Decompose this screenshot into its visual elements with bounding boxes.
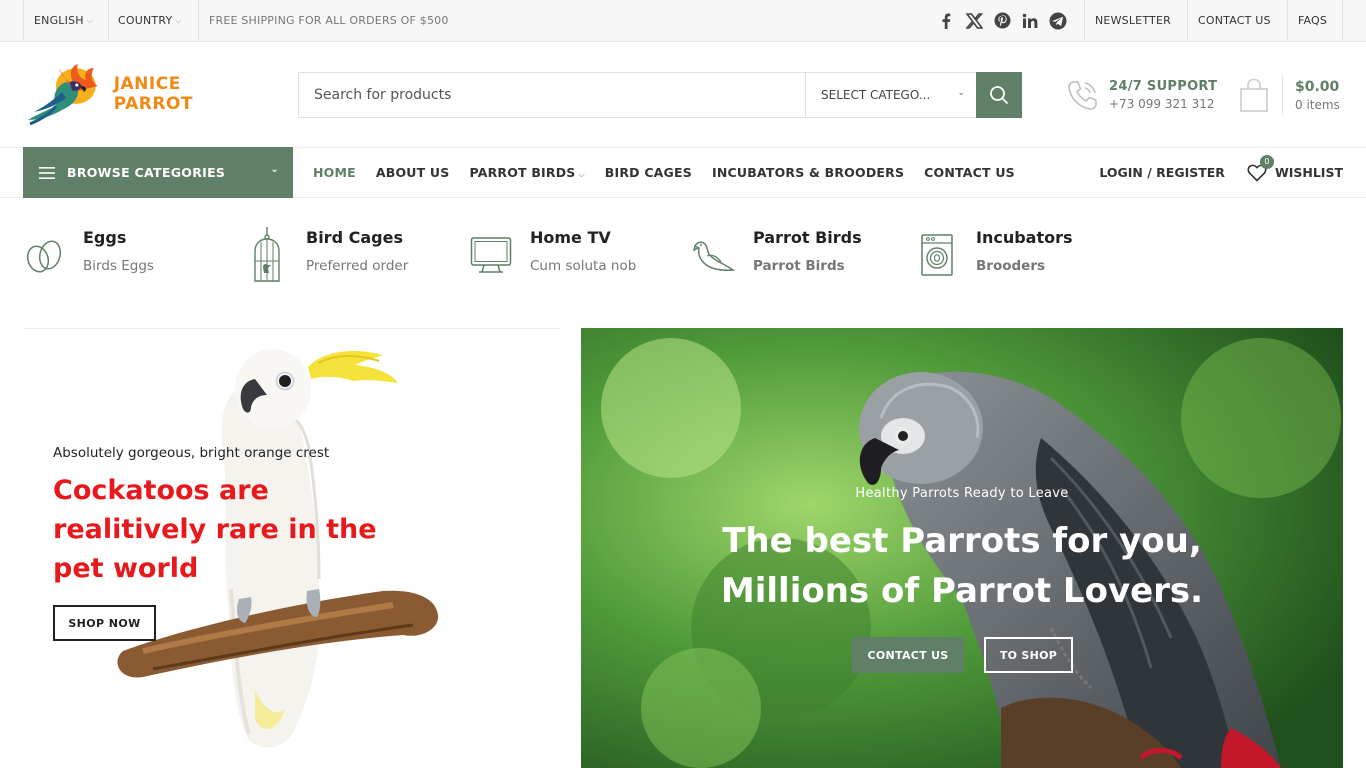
- category-title: Incubators: [976, 228, 1073, 247]
- category-title: Bird Cages: [306, 228, 403, 247]
- support-block[interactable]: 24/7 SUPPORT +73 099 321 312: [1066, 72, 1217, 118]
- main-navigation: BROWSE CATEGORIES ⌄ HOME ABOUT US PARROT…: [0, 147, 1366, 198]
- hero-right-title-line2: Millions of Parrot Lovers.: [720, 571, 1204, 611]
- cart-items-count: 0 items: [1295, 97, 1340, 112]
- menu-list: HOME ABOUT US PARROT BIRDS ⌵ BIRD CAGES I…: [313, 148, 1015, 197]
- search-icon: [990, 86, 1009, 105]
- chevron-down-icon: ⌄: [957, 88, 965, 98]
- hero-right-subtitle: Healthy Parrots Ready to Leave: [855, 486, 1069, 501]
- hero-left-title: Cockatoos are realitively rare in the pe…: [53, 475, 377, 584]
- category-incubators[interactable]: Incubators Brooders: [916, 224, 1073, 286]
- browse-categories-label: BROWSE CATEGORIES: [67, 165, 226, 180]
- language-selector[interactable]: ENGLISH ⌵: [34, 0, 93, 41]
- divider: [198, 0, 199, 41]
- category-home-tv[interactable]: Home TV Cum soluta nob: [470, 224, 636, 286]
- nav-bird-cages[interactable]: BIRD CAGES: [605, 165, 692, 180]
- nav-incubators-brooders[interactable]: INCUBATORS & BROODERS: [712, 165, 904, 180]
- category-title: Eggs: [83, 228, 127, 247]
- category-subtitle: Cum soluta nob: [530, 258, 637, 274]
- nav-home[interactable]: HOME: [313, 165, 356, 180]
- telegram-icon[interactable]: [1044, 0, 1072, 41]
- country-label: COUNTRY: [118, 14, 173, 27]
- chevron-down-icon: ⌄: [270, 164, 279, 175]
- language-label: ENGLISH: [34, 14, 84, 27]
- support-title: 24/7 SUPPORT: [1109, 79, 1218, 94]
- nav-parrot-birds[interactable]: PARROT BIRDS ⌵: [469, 165, 584, 180]
- nav-about-us[interactable]: ABOUT US: [376, 165, 450, 180]
- divider: [1287, 0, 1288, 41]
- shopping-bag-icon: [1240, 78, 1268, 112]
- login-register-link[interactable]: LOGIN / REGISTER: [1099, 165, 1225, 180]
- newsletter-link[interactable]: NEWSLETTER: [1095, 0, 1171, 41]
- menu-icon: [39, 166, 55, 179]
- search-input[interactable]: [299, 73, 805, 117]
- divider: [1282, 75, 1283, 115]
- category-select-label: SELECT CATEGO...: [821, 88, 931, 102]
- shipping-notice: FREE SHIPPING FOR ALL ORDERS OF $500: [209, 14, 449, 27]
- divider: [1084, 0, 1085, 41]
- cart-total: $0.00: [1295, 78, 1340, 95]
- category-subtitle: Birds Eggs: [83, 258, 154, 274]
- cage-icon: [246, 224, 288, 286]
- divider: [1342, 0, 1343, 41]
- facebook-icon[interactable]: [932, 0, 960, 41]
- to-shop-button[interactable]: TO SHOP: [984, 637, 1073, 673]
- search-button[interactable]: [976, 72, 1022, 118]
- shop-now-button[interactable]: SHOP NOW: [53, 605, 156, 641]
- account-links: LOGIN / REGISTER 0 WISHLIST: [1099, 148, 1343, 197]
- support-phone: +73 099 321 312: [1109, 97, 1215, 111]
- linkedin-icon[interactable]: [1016, 0, 1044, 41]
- logo-text: JANICE PARROT: [113, 74, 193, 114]
- cart-block[interactable]: $0.00 0 items: [1238, 72, 1340, 118]
- category-select[interactable]: SELECT CATEGO... ⌄: [805, 73, 977, 117]
- nav-parrot-birds-label: PARROT BIRDS: [469, 165, 576, 180]
- wishlist-count-badge: 0: [1259, 154, 1274, 169]
- search-bar: SELECT CATEGO... ⌄: [298, 72, 1022, 118]
- category-eggs[interactable]: Eggs Birds Eggs: [23, 224, 154, 286]
- category-title: Parrot Birds: [753, 228, 862, 247]
- chevron-down-icon: ⌵: [86, 15, 93, 25]
- category-subtitle: Preferred order: [306, 258, 409, 274]
- divider: [108, 0, 109, 41]
- hero-right-title: The best Parrots for you, Millions of Pa…: [581, 516, 1343, 616]
- browse-categories-button[interactable]: BROWSE CATEGORIES ⌄: [23, 147, 293, 198]
- country-selector[interactable]: COUNTRY ⌵: [118, 0, 182, 41]
- x-icon[interactable]: [960, 0, 988, 41]
- logo[interactable]: JANICE PARROT: [26, 62, 266, 126]
- faqs-link[interactable]: FAQS: [1298, 0, 1327, 41]
- hero-right-title-line1: The best Parrots for you,: [722, 521, 1202, 561]
- category-parrot-birds[interactable]: Parrot Birds Parrot Birds: [693, 224, 862, 286]
- wishlist-label: WISHLIST: [1274, 165, 1343, 180]
- hero-banner-grey-parrot[interactable]: Healthy Parrots Ready to Leave The best …: [581, 328, 1343, 768]
- divider: [23, 0, 24, 41]
- category-subtitle: Brooders: [976, 258, 1046, 274]
- top-bar: ENGLISH ⌵ COUNTRY ⌵ FREE SHIPPING FOR ALL …: [0, 0, 1366, 42]
- category-subtitle: Parrot Birds: [753, 258, 845, 274]
- chevron-down-icon: ⌵: [578, 170, 585, 179]
- chevron-down-icon: ⌵: [175, 15, 182, 25]
- contact-us-link[interactable]: CONTACT US: [1198, 0, 1271, 41]
- contact-us-button[interactable]: CONTACT US: [852, 637, 964, 673]
- incubator-icon: [916, 224, 958, 286]
- pinterest-icon[interactable]: [988, 0, 1016, 41]
- hero-banner-cockatoo[interactable]: Absolutely gorgeous, bright orange crest…: [23, 328, 561, 768]
- monitor-icon: [470, 224, 512, 286]
- phone-icon: [1068, 80, 1097, 110]
- social-links: [932, 0, 1072, 41]
- bird-icon: [693, 224, 735, 286]
- egg-icon: [23, 224, 65, 286]
- wishlist-link[interactable]: 0 WISHLIST: [1247, 154, 1343, 182]
- divider: [1187, 0, 1188, 41]
- category-title: Home TV: [530, 228, 611, 247]
- category-bird-cages[interactable]: Bird Cages Preferred order: [246, 224, 408, 286]
- nav-contact-us[interactable]: CONTACT US: [924, 165, 1015, 180]
- parrot-logo-icon: [27, 64, 98, 126]
- hero-left-subtitle: Absolutely gorgeous, bright orange crest: [53, 445, 330, 461]
- category-shortcuts: Eggs Birds Eggs Bird Cages Preferred ord…: [23, 224, 1123, 294]
